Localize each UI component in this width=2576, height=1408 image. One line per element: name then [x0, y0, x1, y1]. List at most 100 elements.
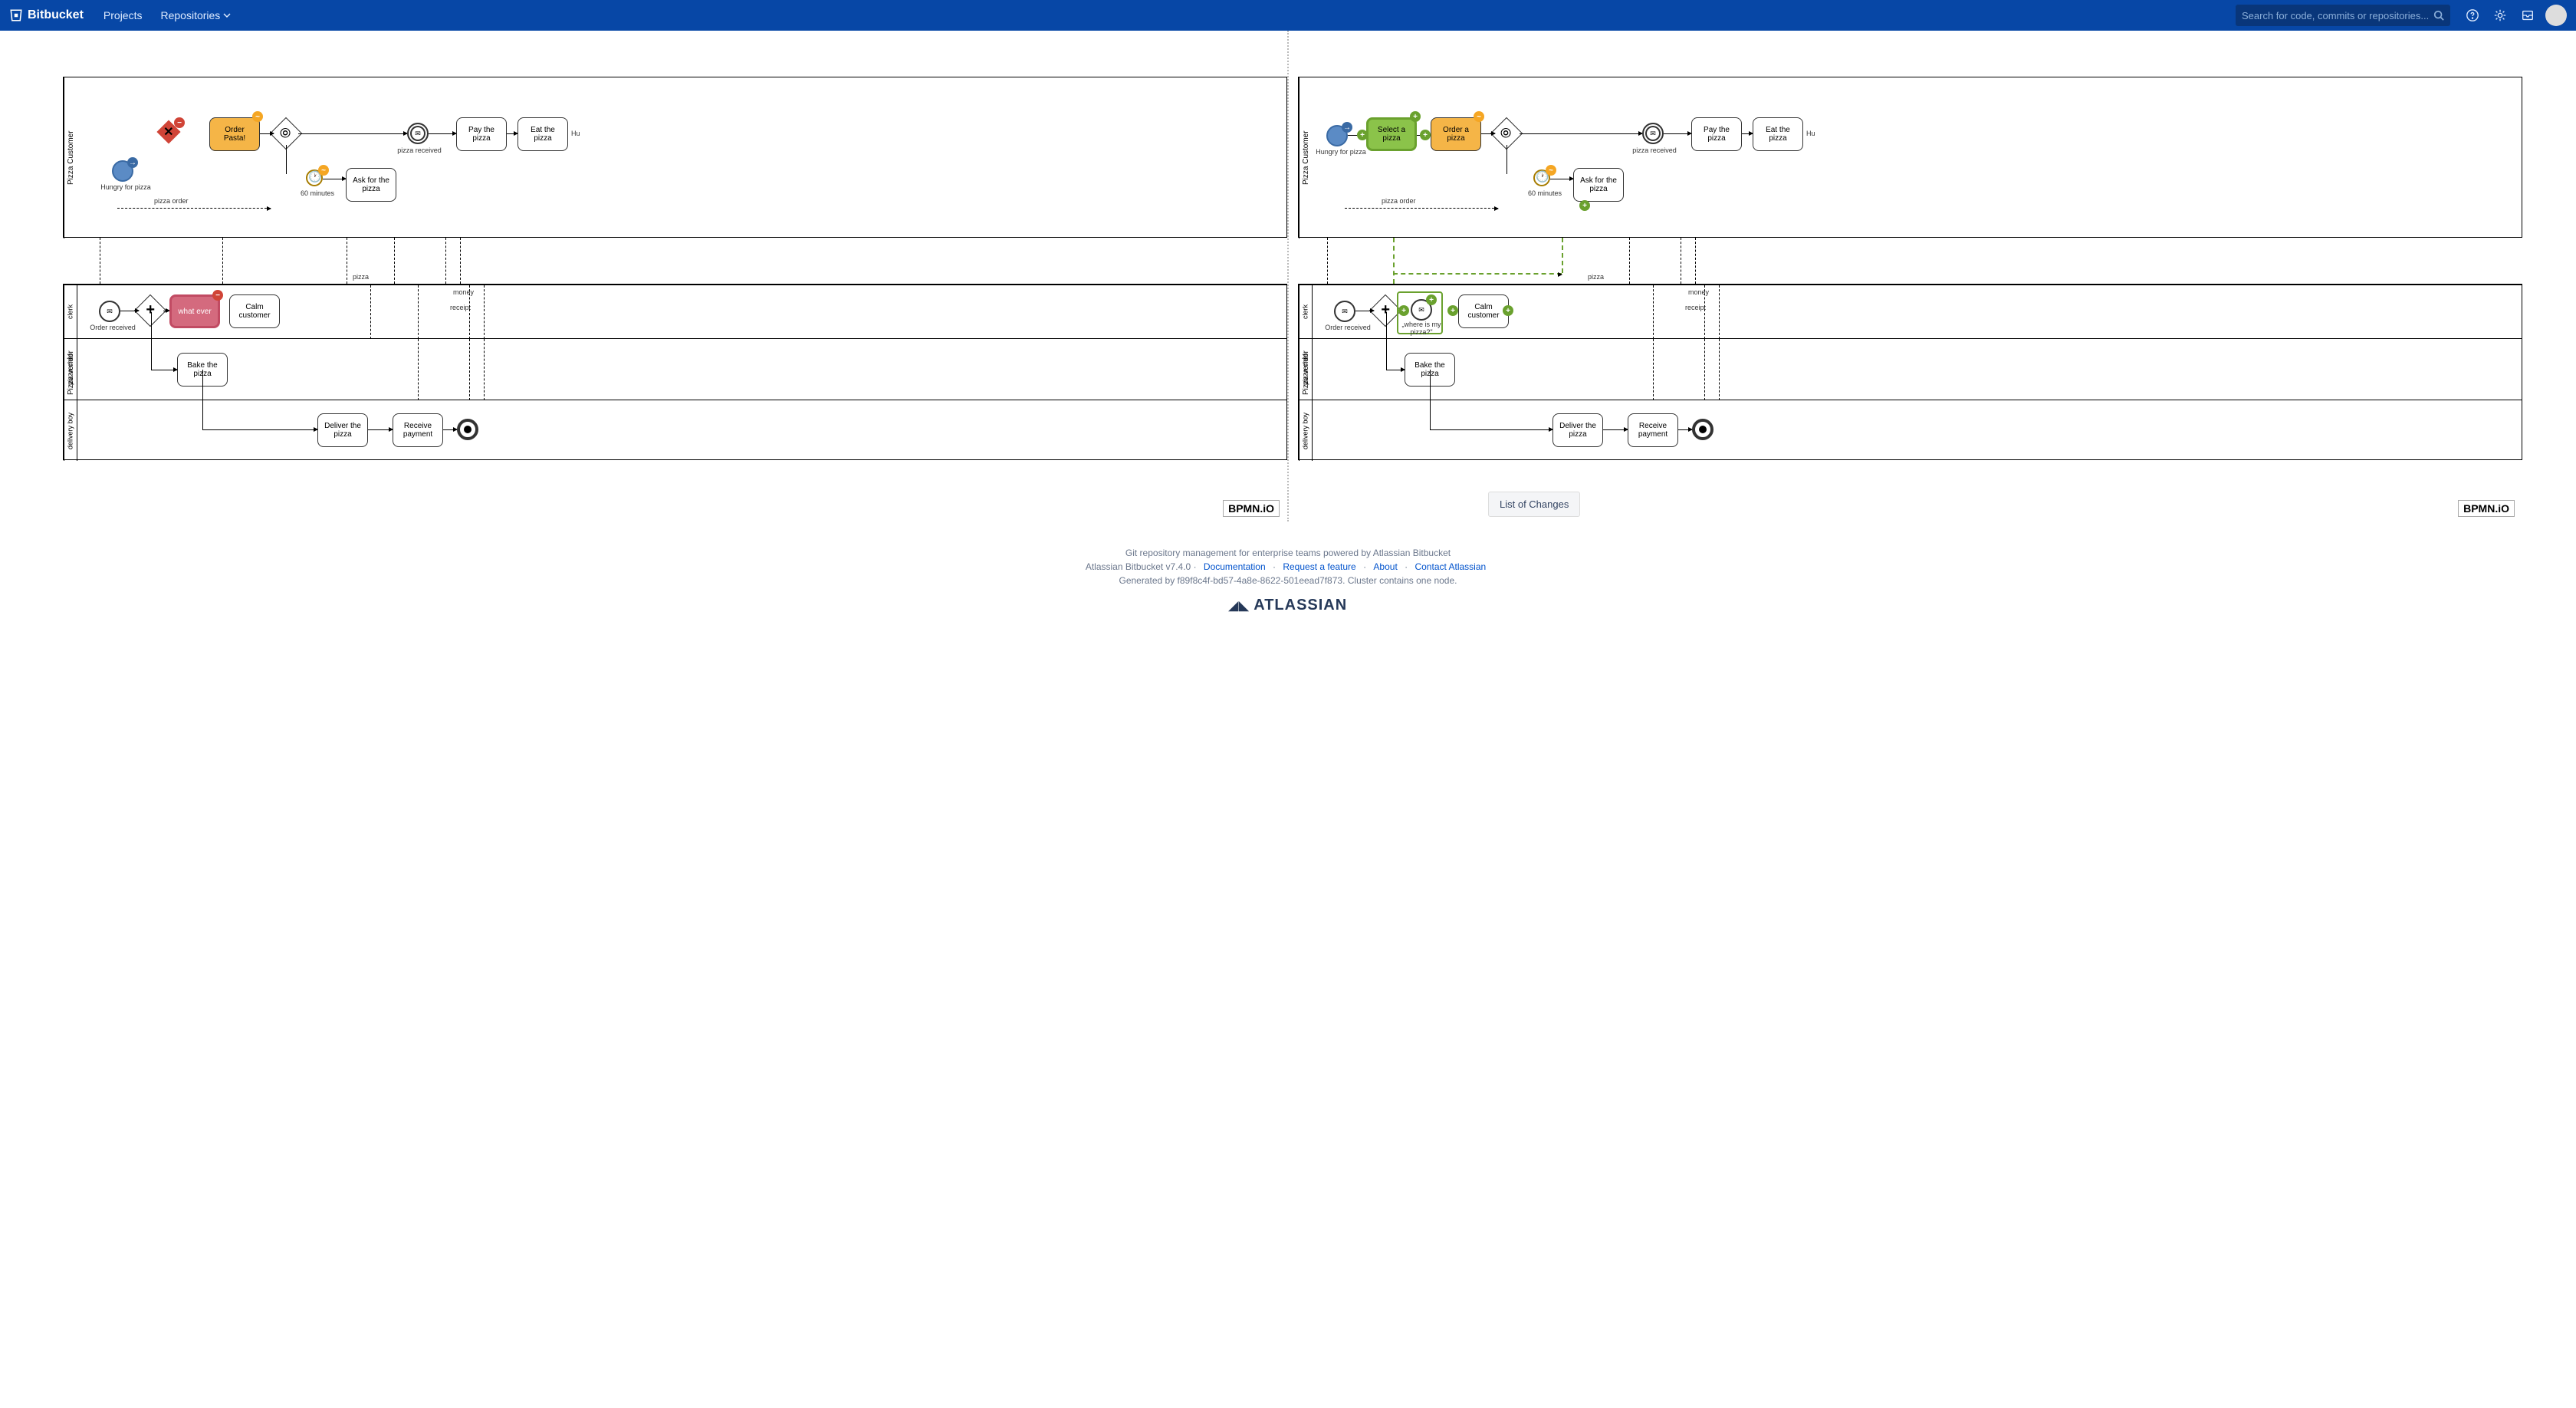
task-pay-right[interactable]: Pay the pizza	[1691, 117, 1742, 151]
msgflow	[1704, 339, 1705, 400]
task-pay-left[interactable]: Pay the pizza	[456, 117, 507, 151]
msgflow	[370, 285, 371, 339]
msgflow	[469, 285, 470, 339]
help-icon[interactable]	[2463, 5, 2482, 25]
nav-projects[interactable]: Projects	[96, 5, 150, 26]
msgflow	[1719, 285, 1720, 339]
timer-label: 60 minutes	[298, 189, 337, 197]
nav-links: Projects Repositories	[96, 5, 238, 26]
task-ask-left[interactable]: Ask for the pizza	[346, 168, 396, 202]
pool-customer-left: Pizza Customer ✕ − → Hungry for pizza Or…	[63, 77, 1287, 238]
list-of-changes-button[interactable]: List of Changes	[1488, 492, 1580, 517]
msgflow	[222, 238, 223, 284]
msgflow	[1719, 339, 1720, 400]
search-box[interactable]	[2236, 5, 2450, 26]
money-label: money	[453, 288, 474, 296]
pizza-order-label: pizza order	[154, 197, 189, 205]
flow	[298, 133, 407, 134]
lane-chef-label: pizza chef	[64, 339, 77, 400]
task-receive-pay-right[interactable]: Receive payment	[1628, 413, 1678, 447]
footer-version: Atlassian Bitbucket v7.4.0	[1086, 561, 1191, 572]
flow	[260, 133, 274, 134]
changed-marker: ~	[318, 165, 329, 176]
msgflow	[484, 339, 485, 400]
pizza-received-label: pizza received	[394, 146, 445, 154]
pizza-label-r: pizza	[1588, 273, 1604, 281]
task-calm-right[interactable]: Calm customer	[1458, 294, 1509, 328]
left-panel: Pizza Customer ✕ − → Hungry for pizza Or…	[54, 31, 1289, 521]
added-marker: +	[1420, 130, 1431, 140]
start-marker: →	[127, 157, 138, 168]
search-icon	[2433, 10, 2444, 21]
flow	[1481, 133, 1495, 134]
changed-marker: ~	[1546, 165, 1556, 176]
msgflow	[1695, 238, 1696, 284]
inbox-icon[interactable]	[2518, 5, 2538, 25]
added-marker: +	[1447, 305, 1458, 316]
product-logo[interactable]: Bitbucket	[9, 8, 84, 22]
bpmn-logo[interactable]: BPMN.iO	[1223, 500, 1280, 517]
timer-label-r: 60 minutes	[1526, 189, 1564, 197]
flow	[1430, 429, 1552, 430]
flow	[202, 429, 317, 430]
end-event-left[interactable]	[457, 419, 478, 440]
msgflow	[445, 238, 446, 284]
added-marker: +	[1398, 305, 1409, 316]
atlassian-logo[interactable]: ◢◣ ATLASSIAN	[0, 597, 2576, 614]
footer-tagline: Git repository management for enterprise…	[0, 548, 2576, 558]
removed-marker: −	[212, 290, 223, 301]
task-deliver-left[interactable]: Deliver the pizza	[317, 413, 368, 447]
task-order-r[interactable]: Order a pizza	[1431, 117, 1481, 151]
task-receive-pay-left[interactable]: Receive payment	[393, 413, 443, 447]
search-input[interactable]	[2242, 10, 2433, 21]
order-received-event-r[interactable]: ✉	[1334, 301, 1355, 322]
diff-content: Pizza Customer ✕ − → Hungry for pizza Or…	[0, 31, 2576, 521]
footer-contact-link[interactable]: Contact Atlassian	[1414, 561, 1486, 572]
msgflow	[1327, 238, 1328, 284]
msgflow	[394, 238, 395, 284]
gear-icon[interactable]	[2490, 5, 2510, 25]
msgflow	[418, 339, 419, 400]
start-label: Hungry for pizza	[99, 183, 153, 191]
msgflow	[469, 339, 470, 400]
pool-customer-label: Pizza Customer	[64, 77, 77, 239]
order-received-event[interactable]: ✉	[99, 301, 120, 322]
pizza-order-label-r: pizza order	[1382, 197, 1416, 205]
avatar[interactable]	[2545, 5, 2567, 26]
task-order-left[interactable]: Order Pasta!	[209, 117, 260, 151]
task-ask-right[interactable]: Ask for the pizza	[1573, 168, 1624, 202]
task-select-r[interactable]: Select a pizza	[1366, 117, 1417, 151]
nav-repositories[interactable]: Repositories	[153, 5, 238, 26]
msgflow	[418, 285, 419, 339]
flow	[1520, 133, 1642, 134]
pizza-received-label-r: pizza received	[1629, 146, 1680, 154]
task-eat-right[interactable]: Eat the pizza	[1753, 117, 1803, 151]
footer: Git repository management for enterprise…	[0, 521, 2576, 630]
footer-about-link[interactable]: About	[1373, 561, 1397, 572]
footer-docs-link[interactable]: Documentation	[1204, 561, 1266, 572]
msg-catch-right[interactable]: ✉	[1642, 123, 1664, 144]
task-eat-left[interactable]: Eat the pizza	[518, 117, 568, 151]
msgflow	[1629, 238, 1630, 284]
chevron-down-icon	[223, 12, 231, 19]
end-event-right[interactable]	[1692, 419, 1714, 440]
msg-catch-left[interactable]: ✉	[407, 123, 429, 144]
flow	[1603, 429, 1628, 430]
task-deliver-right[interactable]: Deliver the pizza	[1552, 413, 1603, 447]
footer-request-link[interactable]: Request a feature	[1283, 561, 1355, 572]
bpmn-logo-r[interactable]: BPMN.iO	[2458, 500, 2515, 517]
task-whatever-left[interactable]: what ever	[169, 294, 220, 328]
product-name: Bitbucket	[28, 8, 84, 22]
added-marker: +	[1503, 305, 1513, 316]
lane-clerk-label-r: clerk	[1299, 285, 1313, 338]
lane-delivery-label-r: delivery boy	[1299, 400, 1313, 461]
receipt-label: receipt	[450, 304, 471, 311]
task-calm-left[interactable]: Calm customer	[229, 294, 280, 328]
flow	[1678, 429, 1692, 430]
lane-delivery-right: delivery boy Deliver the pizza Receive p…	[1299, 400, 2522, 461]
msgflow-added	[1393, 273, 1562, 275]
pool-customer-label-r: Pizza Customer	[1299, 77, 1313, 239]
added-marker: +	[1410, 111, 1421, 122]
msgflow	[1704, 285, 1705, 339]
added-marker: +	[1579, 200, 1590, 211]
